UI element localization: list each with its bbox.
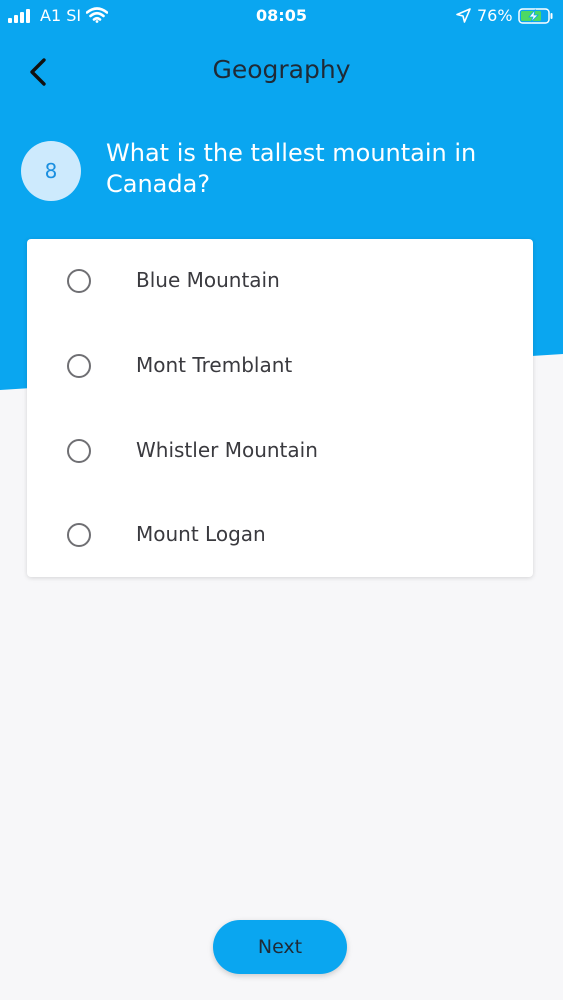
answer-option-label: Mont Tremblant — [136, 353, 293, 377]
answer-option-whistler-mountain[interactable]: Whistler Mountain — [27, 411, 533, 491]
status-bar: A1 SI 08:05 76% — [0, 0, 563, 34]
answer-option-label: Whistler Mountain — [136, 438, 318, 462]
page-title: Geography — [212, 55, 351, 84]
question-text: What is the tallest mountain in Canada? — [106, 139, 477, 198]
answer-option-mont-tremblant[interactable]: Mont Tremblant — [27, 326, 533, 406]
battery-charging-icon — [518, 8, 553, 24]
radio-button-icon[interactable] — [67, 354, 91, 378]
answer-option-mount-logan[interactable]: Mount Logan — [27, 495, 533, 575]
answer-option-blue-mountain[interactable]: Blue Mountain — [27, 241, 533, 321]
battery-percent: 76% — [477, 6, 513, 25]
radio-button-icon[interactable] — [67, 523, 91, 547]
radio-button-icon[interactable] — [67, 269, 91, 293]
question-number-badge: 8 — [21, 141, 81, 201]
answer-option-label: Blue Mountain — [136, 268, 280, 292]
next-button[interactable]: Next — [213, 920, 347, 974]
answers-card: Blue Mountain Mont Tremblant Whistler Mo… — [27, 239, 533, 577]
radio-button-icon[interactable] — [67, 439, 91, 463]
answer-option-label: Mount Logan — [136, 522, 266, 546]
location-icon — [456, 8, 471, 23]
